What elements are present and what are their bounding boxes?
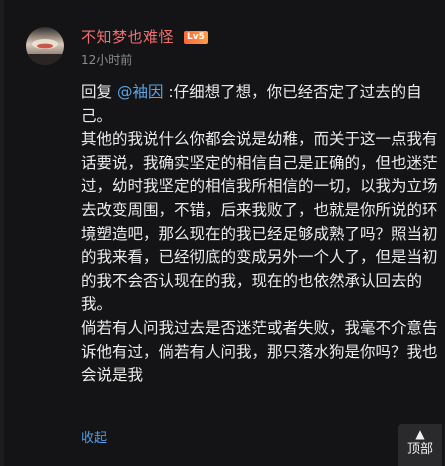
collapse-button[interactable]: 收起 bbox=[81, 430, 107, 448]
reply-prefix: 回复 bbox=[81, 83, 117, 101]
username[interactable]: 不知梦也难怪 bbox=[81, 27, 174, 47]
left-edge bbox=[0, 0, 4, 466]
arrow-up-icon: ▲ bbox=[415, 427, 425, 441]
comment-paragraph: 倘若有人问我过去是否迷茫或者失败，我毫不介意告诉他有过，倘若有人问我，那只落水狗… bbox=[81, 318, 438, 385]
timestamp: 12小时前 bbox=[81, 53, 133, 67]
back-to-top-label: 顶部 bbox=[406, 442, 433, 457]
avatar[interactable] bbox=[26, 27, 64, 65]
comment-content: 回复 @袖因 :仔细想了想，你已经否定了过去的自己。 其他的我说什么你都会说是幼… bbox=[81, 81, 445, 388]
mention-link[interactable]: @袖因 bbox=[117, 83, 164, 101]
comment-paragraph: 其他的我说什么你都会说是幼稚，而关于这一点我有话要说，我确实坚定的相信自己是正确… bbox=[81, 130, 438, 314]
level-badge: Lv5 bbox=[184, 31, 208, 44]
back-to-top-button[interactable]: ▲ 顶部 bbox=[398, 424, 442, 466]
